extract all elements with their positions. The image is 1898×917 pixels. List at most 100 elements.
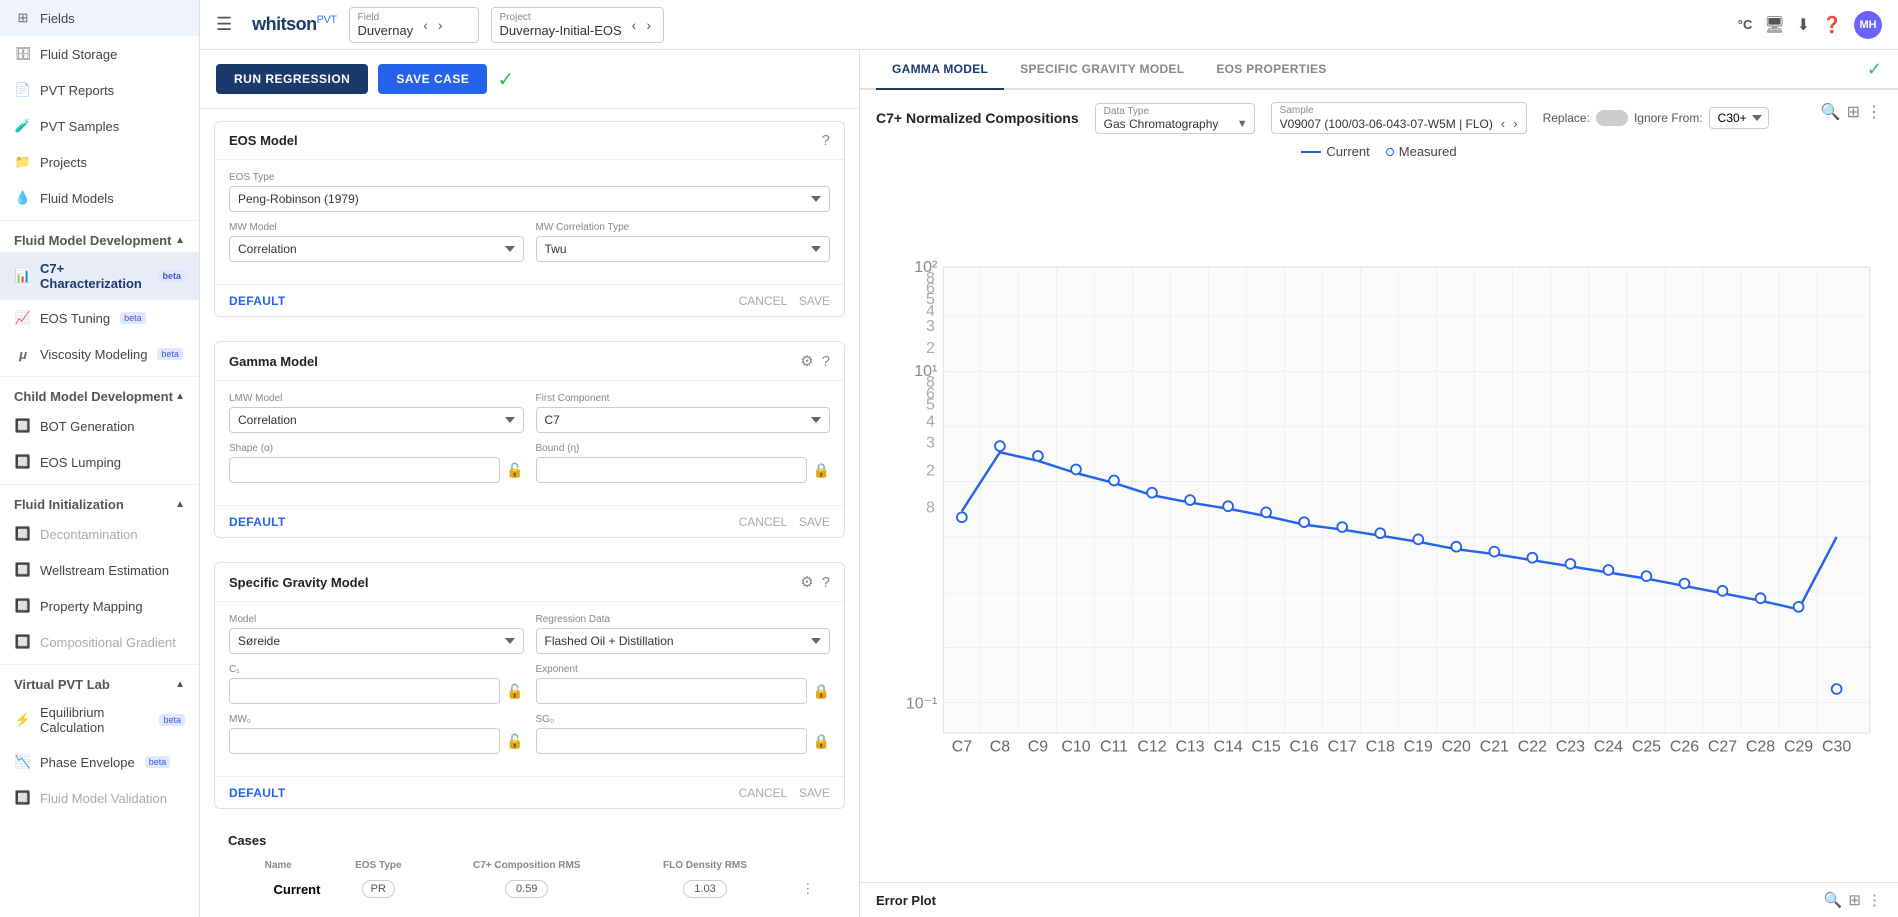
sidebar-item-pvt-samples[interactable]: 🧪 PVT Samples (0, 108, 199, 144)
sg-model-default-button[interactable]: DEFAULT (229, 786, 286, 800)
regression-data-select[interactable]: Flashed Oil + Distillation (536, 628, 831, 654)
sg-model-save-button[interactable]: SAVE (799, 786, 830, 800)
sidebar-item-eos-lumping[interactable]: 🔲 EOS Lumping (0, 444, 199, 480)
mw0-input[interactable]: 66 (229, 728, 500, 754)
tab-eos-properties[interactable]: EOS PROPERTIES (1200, 50, 1342, 90)
error-zoom-button[interactable]: 🔍 (1824, 891, 1843, 909)
gamma-model-default-button[interactable]: DEFAULT (229, 515, 286, 529)
mw-correlation-select[interactable]: Twu (536, 236, 831, 262)
chart-section: C7+ Normalized Compositions Data Type Ga… (860, 90, 1898, 882)
download-icon[interactable]: ⬇ (1797, 15, 1810, 35)
svg-text:C18: C18 (1366, 739, 1395, 756)
x-axis-labels: C7 C8 C9 C10 C11 C12 C13 C14 C15 C16 C17… (952, 739, 1852, 756)
temp-unit[interactable]: °C (1738, 17, 1753, 32)
exponent-input[interactable]: 0.144512 (536, 678, 807, 704)
section-virtual-pvt[interactable]: Virtual PVT Lab ▲ (0, 669, 199, 696)
project-next-button[interactable]: › (642, 15, 655, 35)
sidebar-item-pvt-reports[interactable]: 📄 PVT Reports (0, 72, 199, 108)
sg0-lock-button[interactable]: 🔒 (813, 733, 830, 750)
chart-more-button[interactable]: ⋮ (1866, 102, 1882, 122)
sg-model-settings-button[interactable]: ⚙ (800, 573, 813, 591)
hamburger-icon[interactable]: ☰ (216, 14, 232, 35)
project-prev-button[interactable]: ‹ (628, 15, 641, 35)
run-regression-button[interactable]: RUN REGRESSION (216, 64, 368, 94)
sidebar-item-c7-characterization[interactable]: 📊 C7+ Characterization beta (0, 252, 199, 300)
section-fluid-model-dev[interactable]: Fluid Model Development ▲ (0, 225, 199, 252)
field-next-button[interactable]: › (434, 15, 447, 35)
chart-zoom-button[interactable]: 🔍 (1821, 102, 1841, 122)
tab-specific-gravity-model[interactable]: SPECIFIC GRAVITY MODEL (1004, 50, 1200, 90)
gamma-model-settings-button[interactable]: ⚙ (800, 352, 813, 370)
sample-next-button[interactable]: › (1513, 116, 1517, 131)
sg0-input-group: 0.2855 🔒 (536, 728, 831, 754)
eos-model-cancel-button[interactable]: CANCEL (739, 294, 788, 308)
sidebar-item-equilibrium[interactable]: ⚡ Equilibrium Calculation beta (0, 696, 199, 744)
gamma-model-save-button[interactable]: SAVE (799, 515, 830, 529)
topbar: ☰ whitsonPVT Field Duvernay ‹ › Project … (200, 0, 1898, 50)
sidebar-item-eos-tuning[interactable]: 📈 EOS Tuning beta (0, 300, 199, 336)
replace-toggle[interactable] (1596, 110, 1628, 126)
sidebar-item-wellstream[interactable]: 🔲 Wellstream Estimation (0, 552, 199, 588)
sg-model-cancel-button[interactable]: CANCEL (739, 786, 788, 800)
first-component-select[interactable]: C7 (536, 407, 831, 433)
sidebar-item-fluid-models[interactable]: 💧 Fluid Models (0, 180, 199, 216)
error-more-button[interactable]: ⋮ (1867, 891, 1882, 909)
error-expand-button[interactable]: ⊞ (1848, 891, 1861, 909)
sidebar-item-fluid-storage[interactable]: 🗄 Fluid Storage (0, 36, 199, 72)
eos-model-help-button[interactable]: ? (822, 132, 830, 149)
section-fluid-init[interactable]: Fluid Initialization ▲ (0, 489, 199, 516)
eos-model-body: EOS Type Peng-Robinson (1979) MW Model C… (215, 160, 844, 284)
sidebar-item-fields[interactable]: ⊞ Fields (0, 0, 199, 36)
field-prev-button[interactable]: ‹ (419, 15, 432, 35)
help-icon[interactable]: ❓ (1822, 15, 1842, 35)
bound-lock-button[interactable]: 🔒 (813, 462, 830, 479)
avatar[interactable]: MH (1854, 11, 1882, 39)
sg-model-select[interactable]: Søreide (229, 628, 524, 654)
sidebar-item-property-mapping[interactable]: 🔲 Property Mapping (0, 588, 199, 624)
case-eos-badge: PR (362, 880, 395, 898)
tab-gamma-model[interactable]: GAMMA MODEL (876, 50, 1004, 90)
sample-selector[interactable]: Sample V09007 (100/03-06-043-07-W5M | FL… (1271, 102, 1527, 134)
data-type-value: Gas Chromatography (1104, 117, 1219, 131)
mw-model-select[interactable]: Correlation (229, 236, 524, 262)
eos-model-save-button[interactable]: SAVE (799, 294, 830, 308)
mw0-lock-button[interactable]: 🔓 (506, 733, 523, 750)
folder-icon: 📁 (14, 153, 32, 171)
c1-input-group: 0.264856 🔓 (229, 678, 524, 704)
data-type-dropdown-icon[interactable]: ▼ (1231, 118, 1254, 130)
ignore-from-select[interactable]: C30+ (1709, 107, 1769, 129)
field-selector[interactable]: Field Duvernay ‹ › (349, 7, 479, 43)
chart-expand-button[interactable]: ⊞ (1847, 102, 1860, 122)
case-more-button[interactable]: ⋮ (801, 881, 814, 897)
section-child-model-dev[interactable]: Child Model Development ▲ (0, 381, 199, 408)
project-selector[interactable]: Project Duvernay-Initial-EOS ‹ › (491, 7, 664, 43)
save-case-button[interactable]: SAVE CASE (378, 64, 487, 94)
shape-input[interactable]: 0.746466 (229, 457, 500, 483)
svg-text:C16: C16 (1290, 739, 1319, 756)
data-type-selector[interactable]: Data Type Gas Chromatography ▼ (1095, 103, 1255, 134)
sidebar-item-projects[interactable]: 📁 Projects (0, 144, 199, 180)
shape-lock-button[interactable]: 🔓 (506, 462, 523, 479)
monitor-icon[interactable]: 🖥 (1764, 15, 1784, 35)
chart-wrapper: 10² 10¹ 10⁻¹ 8 6 5 4 3 2 8 6 5 4 (876, 167, 1882, 870)
c1-lock-button[interactable]: 🔓 (506, 683, 523, 700)
bound-input[interactable]: 98 (536, 457, 807, 483)
sidebar-item-bot-generation[interactable]: 🔲 BOT Generation (0, 408, 199, 444)
gamma-model-help-button[interactable]: ? (822, 352, 830, 370)
sidebar-item-phase-envelope[interactable]: 📉 Phase Envelope beta (0, 744, 199, 780)
sg-model-help-button[interactable]: ? (822, 573, 830, 591)
c1-input[interactable]: 0.264856 (229, 678, 500, 704)
mw-correlation-label: MW Correlation Type (536, 222, 831, 233)
eos-model-default-button[interactable]: DEFAULT (229, 294, 286, 308)
sample-value: V09007 (100/03-06-043-07-W5M | FLO) (1280, 117, 1493, 131)
sidebar-item-viscosity-modeling[interactable]: μ Viscosity Modeling beta (0, 336, 199, 372)
regression-data-label: Regression Data (536, 614, 831, 625)
gamma-model-cancel-button[interactable]: CANCEL (739, 515, 788, 529)
sample-prev-button[interactable]: ‹ (1501, 116, 1505, 131)
chart-legend: Current Measured (876, 144, 1882, 159)
sg0-input[interactable]: 0.2855 (536, 728, 807, 754)
file-icon: 📄 (14, 81, 32, 99)
eos-type-select[interactable]: Peng-Robinson (1979) (229, 186, 830, 212)
lmw-model-select[interactable]: Correlation (229, 407, 524, 433)
exponent-lock-button[interactable]: 🔒 (813, 683, 830, 700)
